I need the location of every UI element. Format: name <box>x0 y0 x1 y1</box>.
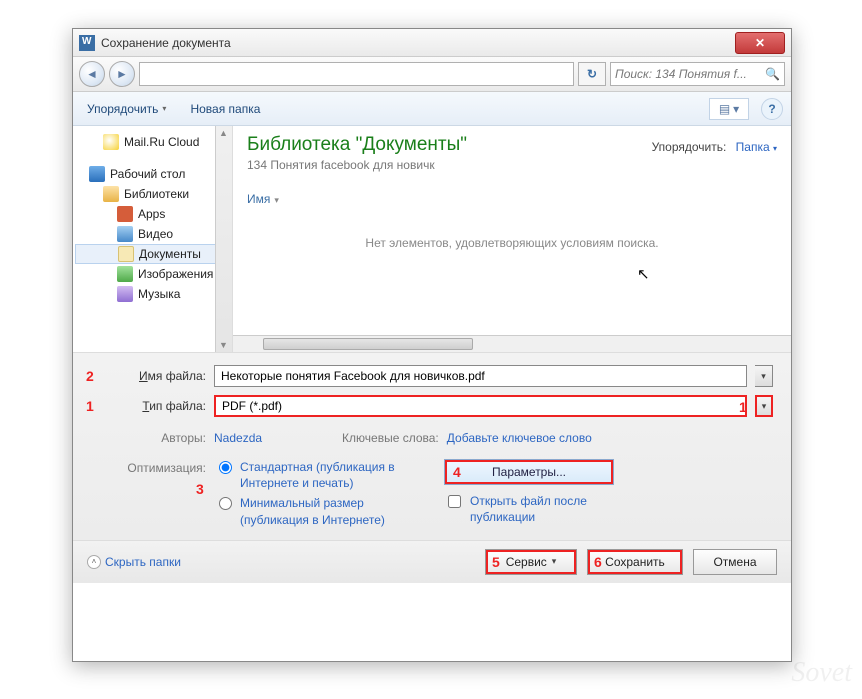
search-icon: 🔍 <box>765 67 780 81</box>
filetype-label: Тип файла: <box>91 399 206 413</box>
images-icon <box>117 266 133 282</box>
filetype-combo[interactable]: PDF (*.pdf) <box>214 395 747 417</box>
content-area: Mail.Ru Cloud Рабочий стол Библиотеки Ap… <box>73 126 791 352</box>
tree-item-mailru[interactable]: Mail.Ru Cloud <box>75 132 230 152</box>
tree-scrollbar[interactable] <box>215 126 232 352</box>
authors-row: Авторы: Nadezda <box>91 431 262 445</box>
view-mode-button[interactable]: ▤▾ <box>709 98 749 120</box>
refresh-icon: ↻ <box>587 67 597 81</box>
radio-minimal-input[interactable] <box>219 497 232 510</box>
video-icon <box>117 226 133 242</box>
callout-1a: 1 <box>86 398 94 414</box>
filename-row: 2 Имя файла: ▾ <box>91 365 773 387</box>
list-view-icon: ▤ <box>719 102 730 116</box>
save-form: 2 Имя файла: ▾ 1 Тип файла: PDF (*.pdf) … <box>73 352 791 540</box>
nav-back-button[interactable]: ◄ <box>79 61 105 87</box>
tree-item-images[interactable]: Изображения <box>75 264 230 284</box>
save-button[interactable]: 6 Сохранить <box>587 549 683 575</box>
watermark: Sovet <box>791 657 852 689</box>
documents-icon <box>118 246 134 262</box>
refresh-button[interactable]: ↻ <box>578 62 606 86</box>
app-icon <box>79 35 95 51</box>
save-dialog: Сохранение документа ✕ ◄ ► ↻ Поиск: 134 … <box>72 28 792 662</box>
search-placeholder: Поиск: 134 Понятия f... <box>615 67 747 81</box>
search-input[interactable]: Поиск: 134 Понятия f... 🔍 <box>610 62 785 86</box>
new-folder-button[interactable]: Новая папка <box>184 99 266 119</box>
help-button[interactable]: ? <box>761 98 783 120</box>
tree-item-music[interactable]: Музыка <box>75 284 230 304</box>
hide-folders-link[interactable]: ˄ Скрыть папки <box>87 555 181 569</box>
title-bar: Сохранение документа ✕ <box>73 29 791 57</box>
callout-4: 4 <box>453 464 461 480</box>
sort-arrow-icon: ▾ <box>274 195 279 205</box>
radio-standard[interactable]: Стандартная (публикация в Интернете и пе… <box>214 459 414 491</box>
params-button[interactable]: 4 Параметры... <box>444 459 614 485</box>
arrow-left-icon: ◄ <box>86 67 98 81</box>
tree-item-desktop[interactable]: Рабочий стол <box>75 164 230 184</box>
window-title: Сохранение документа <box>101 36 231 50</box>
tags-value[interactable]: Добавьте ключевое слово <box>447 431 592 445</box>
breadcrumb-path[interactable] <box>139 62 574 86</box>
help-icon: ? <box>768 102 775 116</box>
authors-label: Авторы: <box>91 431 206 445</box>
open-after-checkbox[interactable]: Открыть файл после публикации <box>444 493 614 525</box>
column-header-name[interactable]: Имя▾ <box>247 192 777 206</box>
sort-dropdown[interactable]: Папка ▾ <box>736 140 777 154</box>
libraries-icon <box>103 186 119 202</box>
radio-minimal[interactable]: Минимальный размер (публикация в Интерне… <box>214 495 414 527</box>
filename-dropdown-button[interactable]: ▾ <box>755 365 773 387</box>
library-subtitle: 134 Понятия facebook для новичк <box>247 158 777 172</box>
tree-item-apps[interactable]: Apps <box>75 204 230 224</box>
filetype-row: 1 Тип файла: PDF (*.pdf) 1▾ <box>91 395 773 417</box>
cloud-icon <box>103 134 119 150</box>
callout-5: 5 <box>492 554 500 570</box>
music-icon <box>117 286 133 302</box>
arrow-right-icon: ► <box>116 67 128 81</box>
nav-tree: Mail.Ru Cloud Рабочий стол Библиотеки Ap… <box>73 126 233 352</box>
desktop-icon <box>89 166 105 182</box>
callout-2: 2 <box>86 368 94 384</box>
close-icon: ✕ <box>755 36 765 50</box>
cursor-icon: ↖ <box>637 265 650 283</box>
optimization-block: Оптимизация: Стандартная (публикация в И… <box>91 459 773 532</box>
chevron-down-icon: ▾ <box>773 144 777 153</box>
toolbar: Упорядочить▾ Новая папка ▤▾ ? <box>73 92 791 126</box>
open-after-input[interactable] <box>448 495 461 508</box>
sort-label: Упорядочить: <box>652 140 727 154</box>
chevron-down-icon: ▾ <box>162 104 166 113</box>
organize-button[interactable]: Упорядочить▾ <box>81 99 172 119</box>
tags-label: Ключевые слова: <box>342 431 439 445</box>
filename-input[interactable] <box>214 365 747 387</box>
nav-forward-button[interactable]: ► <box>109 61 135 87</box>
apps-icon <box>117 206 133 222</box>
filename-label: Имя файла: <box>91 369 206 383</box>
tree-item-libraries[interactable]: Библиотеки <box>75 184 230 204</box>
nav-bar: ◄ ► ↻ Поиск: 134 Понятия f... 🔍 <box>73 57 791 92</box>
empty-message: Нет элементов, удовлетворяющих условиям … <box>247 236 777 250</box>
callout-3: 3 <box>196 481 204 497</box>
close-button[interactable]: ✕ <box>735 32 785 54</box>
sort-control: Упорядочить: Папка ▾ <box>652 140 777 154</box>
optimization-label: Оптимизация: <box>91 459 206 475</box>
tree-item-video[interactable]: Видео <box>75 224 230 244</box>
dialog-footer: ˄ Скрыть папки 5 Сервис▾ 6 Сохранить Отм… <box>73 540 791 583</box>
filetype-dropdown-button[interactable]: 1▾ <box>755 395 773 417</box>
file-list-pane: Библиотека "Документы" 134 Понятия faceb… <box>233 126 791 352</box>
tags-row: Ключевые слова: Добавьте ключевое слово <box>342 431 592 445</box>
tools-button[interactable]: 5 Сервис▾ <box>485 549 577 575</box>
tree-item-documents[interactable]: Документы <box>75 244 230 264</box>
radio-standard-input[interactable] <box>219 461 232 474</box>
scrollbar-thumb[interactable] <box>263 338 473 350</box>
horizontal-scrollbar[interactable] <box>233 335 791 352</box>
chevron-down-icon: ▾ <box>733 102 739 116</box>
cancel-button[interactable]: Отмена <box>693 549 777 575</box>
authors-value[interactable]: Nadezda <box>214 431 262 445</box>
callout-6: 6 <box>594 554 602 570</box>
chevron-down-icon: ▾ <box>552 556 557 567</box>
chevron-up-icon: ˄ <box>87 555 101 569</box>
callout-1b: 1 <box>739 399 747 415</box>
